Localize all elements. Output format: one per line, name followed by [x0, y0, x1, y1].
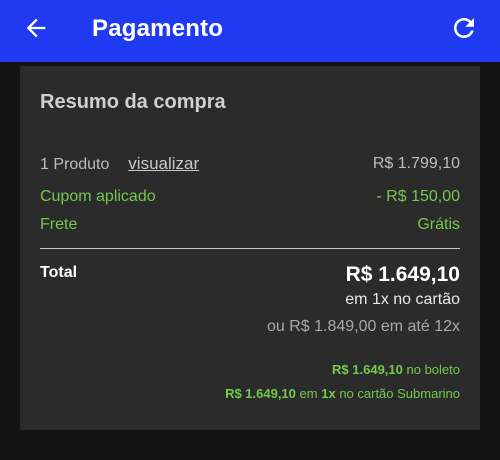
page-title: Pagamento: [92, 15, 224, 42]
card-em-text: em: [299, 386, 318, 401]
products-value: R$ 1.799,10: [372, 155, 460, 172]
card-price-line: R$ 1.649,10 em 1x no cartão Submarino: [225, 386, 460, 402]
app-bar: Pagamento: [0, 0, 500, 62]
summary-title: Resumo da compra: [40, 91, 226, 113]
card-times: 1x: [321, 386, 336, 401]
view-products-link[interactable]: visualizar: [128, 154, 199, 173]
shipping-value: Grátis: [417, 216, 460, 233]
total-label: Total: [40, 264, 78, 281]
shipping-label: Frete: [40, 216, 78, 233]
installments-text: ou R$ 1.849,00 em até 12x: [266, 318, 460, 335]
products-row: 1 Produto visualizar: [40, 154, 199, 175]
total-value: R$ 1.649,10: [345, 263, 460, 286]
refresh-icon[interactable]: [449, 13, 479, 43]
coupon-value: - R$ 150,00: [376, 188, 460, 205]
purchase-summary-card: Resumo da compra 1 Produto visualizar R$…: [20, 66, 480, 430]
card-price: R$ 1.649,10: [225, 386, 296, 401]
coupon-label: Cupom aplicado: [40, 188, 156, 205]
boleto-price-line: R$ 1.649,10 no boleto: [332, 362, 460, 378]
divider: [40, 248, 460, 249]
products-label: 1 Produto: [40, 156, 110, 173]
total-payment-text: em 1x no cartão: [345, 291, 460, 308]
boleto-text: no boleto: [406, 362, 461, 377]
boleto-price: R$ 1.649,10: [332, 362, 403, 377]
arrow-left-icon[interactable]: [22, 14, 50, 42]
card-text: no cartão Submarino: [339, 386, 460, 401]
